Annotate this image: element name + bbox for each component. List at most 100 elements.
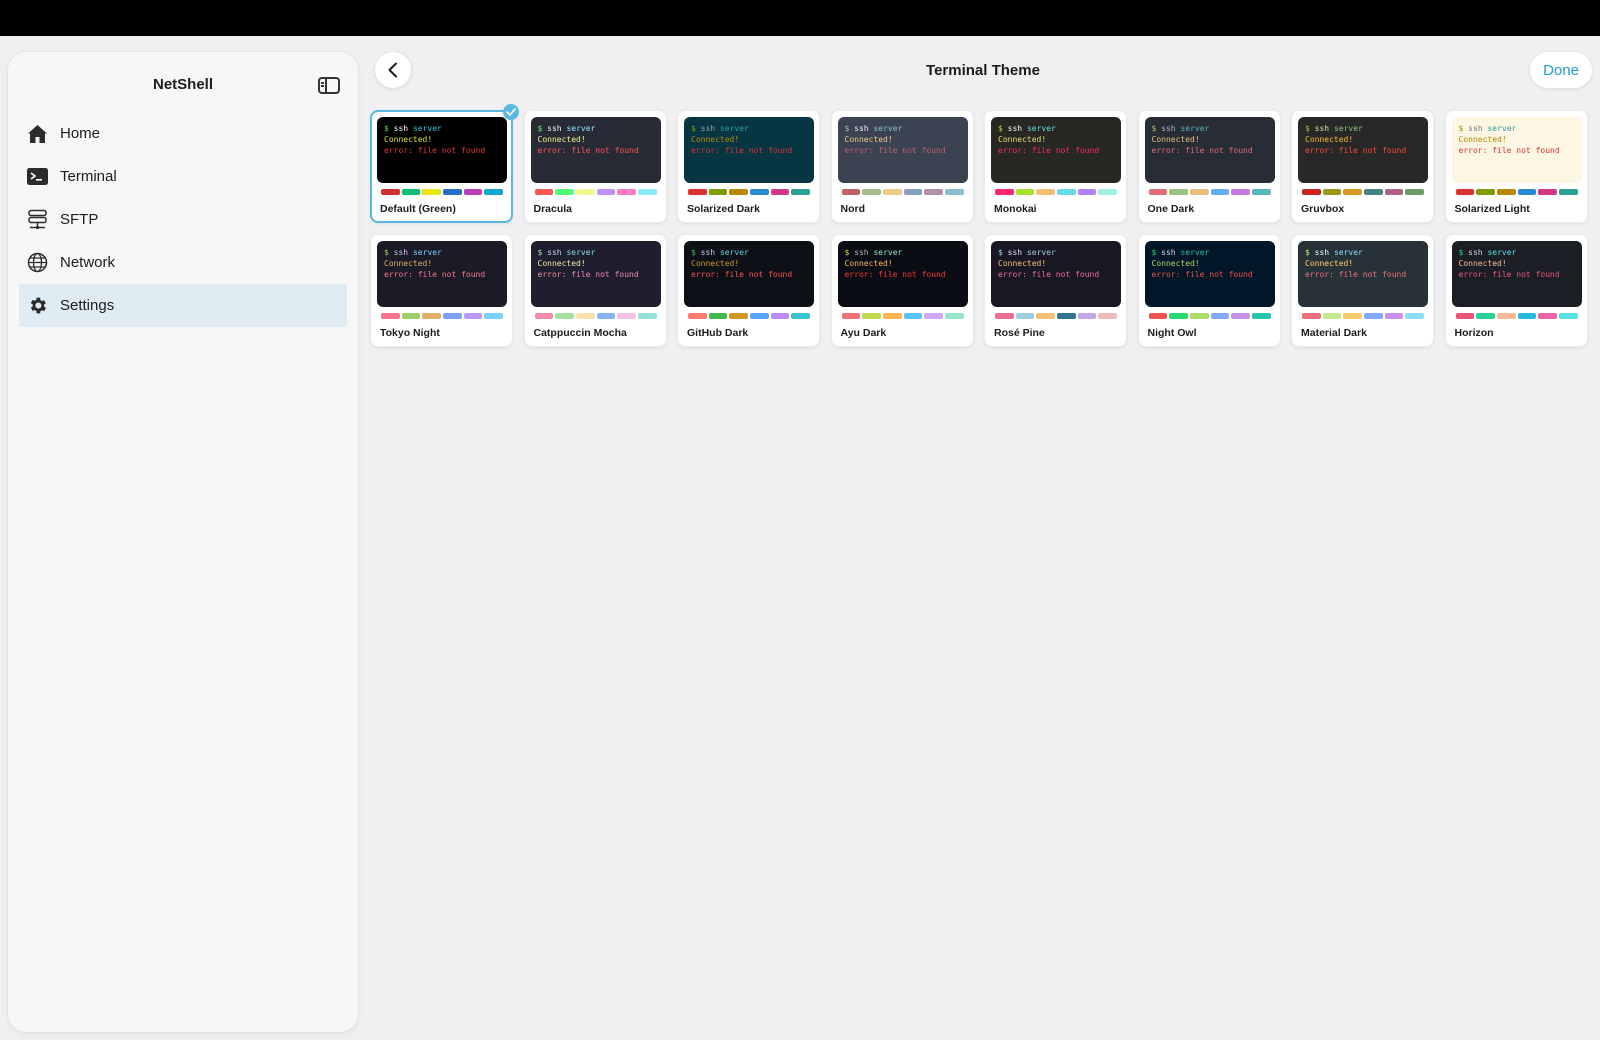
color-swatches xyxy=(1148,189,1271,195)
theme-card[interactable]: $ ssh server Connected! error: file not fo… xyxy=(677,110,820,223)
theme-card[interactable]: $ ssh server Connected! error: file not fo… xyxy=(1444,234,1588,347)
color-swatch xyxy=(1322,189,1342,195)
sidebar-toggle-icon[interactable] xyxy=(318,77,340,94)
terminal-preview: $ ssh server Connected! error: file not fo… xyxy=(991,117,1121,183)
color-swatch xyxy=(1538,189,1557,195)
preview-command-line: $ ssh server xyxy=(1152,123,1268,134)
preview-argument: server xyxy=(873,124,903,133)
color-swatch xyxy=(1169,313,1188,319)
color-swatch xyxy=(1517,313,1537,319)
sidebar-item-sftp[interactable]: SFTP xyxy=(19,198,347,241)
color-swatches xyxy=(534,189,657,195)
color-swatches xyxy=(995,189,1118,195)
terminal-preview: $ ssh server Connected! error: file not fo… xyxy=(684,241,814,307)
theme-card[interactable]: $ ssh server Connected! error: file not fo… xyxy=(984,234,1127,347)
preview-command-line: $ ssh server xyxy=(1305,123,1421,134)
color-swatch xyxy=(708,189,728,195)
theme-name: Solarized Light xyxy=(1454,203,1530,215)
color-swatch xyxy=(463,313,483,319)
color-swatch xyxy=(1405,189,1425,195)
color-swatch xyxy=(484,313,504,319)
color-swatch xyxy=(924,189,943,195)
preview-command: ssh xyxy=(700,124,716,133)
sidebar-item-home[interactable]: Home xyxy=(19,112,347,155)
color-swatch xyxy=(1476,189,1495,195)
color-swatch xyxy=(1210,189,1230,195)
preview-connected-line: Connected! xyxy=(844,259,893,268)
sidebar-item-terminal[interactable]: Terminal xyxy=(19,155,347,198)
theme-card[interactable]: $ ssh server Connected! error: file not fo… xyxy=(1291,110,1434,223)
sidebar-item-settings[interactable]: Settings xyxy=(19,284,347,327)
preview-connected-line: Connected! xyxy=(1151,135,1200,144)
color-swatch xyxy=(1496,313,1516,319)
terminal-preview: $ ssh server Connected! error: file not fo… xyxy=(1298,241,1428,307)
color-swatch xyxy=(617,189,636,195)
theme-card[interactable]: $ ssh server Connected! error: file not fo… xyxy=(677,234,820,347)
color-swatch xyxy=(841,189,861,195)
theme-name: Night Owl xyxy=(1147,327,1197,339)
sidebar-item-label: Network xyxy=(60,254,116,271)
preview-prompt: $ xyxy=(1305,248,1310,257)
color-swatch xyxy=(596,313,616,319)
terminal-preview: $ ssh server Connected! error: file not fo… xyxy=(1144,117,1275,183)
theme-card[interactable]: $ ssh server Connected! error: file not fo… xyxy=(370,234,513,347)
preview-prompt: $ xyxy=(998,124,1003,133)
color-swatch xyxy=(555,313,574,319)
theme-card[interactable]: $ ssh server Connected! error: file not fo… xyxy=(1444,110,1588,223)
color-swatches xyxy=(688,313,811,319)
sidebar-item-label: Home xyxy=(60,125,101,142)
color-swatch xyxy=(422,189,442,195)
color-swatch xyxy=(1455,313,1475,319)
color-swatches xyxy=(688,189,811,195)
preview-error-line: error: file not found xyxy=(537,270,639,279)
color-swatch xyxy=(534,189,554,195)
preview-error-line: error: file not found xyxy=(1458,270,1560,279)
color-swatches xyxy=(1148,313,1271,319)
preview-command-line: $ ssh server xyxy=(691,123,807,134)
theme-card[interactable]: $ ssh server Connected! error: file not fo… xyxy=(523,234,667,347)
theme-card[interactable]: $ ssh server Connected! error: file not fo… xyxy=(1291,234,1434,347)
theme-card[interactable]: $ ssh server Connected! error: file not fo… xyxy=(370,104,519,223)
theme-card[interactable]: $ ssh server Connected! error: file not fo… xyxy=(1137,110,1281,223)
color-swatch xyxy=(1364,189,1383,195)
preview-argument: server xyxy=(719,124,749,133)
color-swatch xyxy=(381,313,400,319)
theme-card[interactable]: $ ssh server Connected! error: file not fo… xyxy=(984,110,1127,223)
preview-argument: server xyxy=(1180,248,1210,257)
preview-prompt: $ xyxy=(537,248,543,257)
theme-card[interactable]: $ ssh server Connected! error: file not fo… xyxy=(523,110,667,223)
preview-prompt: $ xyxy=(1458,248,1464,257)
preview-argument: server xyxy=(566,124,596,133)
color-swatch xyxy=(463,189,483,195)
theme-name: Material Dark xyxy=(1301,327,1367,339)
theme-name: Ayu Dark xyxy=(840,327,887,339)
theme-card[interactable]: $ ssh server Connected! error: file not fo… xyxy=(830,110,974,223)
color-swatch xyxy=(1558,189,1578,195)
preview-connected-line: Connected! xyxy=(537,135,586,144)
color-swatch xyxy=(484,189,504,195)
color-swatch xyxy=(1302,313,1321,319)
theme-name: Horizon xyxy=(1454,327,1494,339)
preview-command: ssh xyxy=(1007,248,1023,257)
done-button[interactable]: Done xyxy=(1530,52,1592,88)
color-swatch xyxy=(1302,189,1321,195)
color-swatch xyxy=(750,313,769,319)
preview-argument: server xyxy=(1333,248,1363,257)
color-swatches xyxy=(1455,313,1578,319)
preview-command-line: $ ssh server xyxy=(998,247,1114,258)
color-swatch xyxy=(1098,189,1118,195)
theme-card[interactable]: $ ssh server Connected! error: file not fo… xyxy=(1137,234,1281,347)
color-swatch xyxy=(1405,313,1425,319)
theme-grid: $ ssh server Connected! error: file not fo… xyxy=(370,104,1590,347)
color-swatch xyxy=(575,313,595,319)
color-swatch xyxy=(791,189,811,195)
theme-card[interactable]: $ ssh server Connected! error: file not fo… xyxy=(830,234,974,347)
back-button[interactable] xyxy=(375,52,411,88)
preview-error-line: error: file not found xyxy=(1305,146,1407,155)
preview-connected-line: Connected! xyxy=(691,135,740,144)
color-swatch xyxy=(1343,313,1363,319)
color-swatch xyxy=(1322,313,1342,319)
sidebar-item-network[interactable]: Network xyxy=(19,241,347,284)
color-swatch xyxy=(1558,313,1578,319)
preview-connected-line: Connected! xyxy=(998,259,1047,268)
